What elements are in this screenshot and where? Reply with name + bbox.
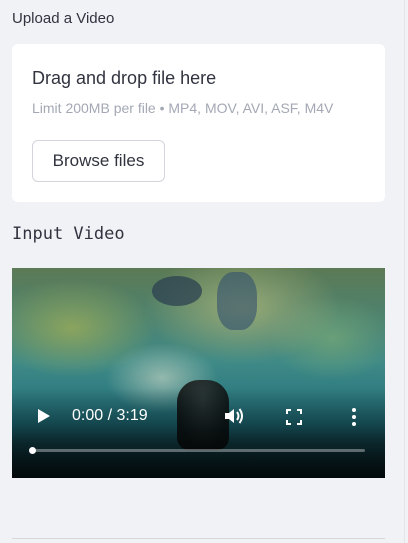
browse-files-button[interactable]: Browse files [32, 140, 165, 182]
sidebar-border [404, 0, 405, 543]
volume-icon[interactable] [223, 406, 245, 426]
dropzone-limit-text: Limit 200MB per file • MP4, MOV, AVI, AS… [32, 100, 334, 116]
video-progress-thumb[interactable] [29, 447, 36, 454]
file-dropzone[interactable]: Drag and drop file here Limit 200MB per … [12, 44, 385, 202]
more-options-icon[interactable] [348, 407, 360, 427]
input-video-heading: Input Video [12, 224, 125, 244]
video-time-display: 0:00 / 3:19 [72, 407, 148, 424]
video-progress-bar[interactable] [29, 447, 365, 454]
fullscreen-icon[interactable] [286, 409, 302, 425]
dropzone-title: Drag and drop file here [32, 68, 217, 88]
video-scene-shape [217, 272, 257, 330]
video-player[interactable]: 0:00 / 3:19 [12, 268, 385, 478]
section-divider [12, 538, 385, 539]
upload-label: Upload a Video [12, 10, 115, 27]
app-page: Upload a Video Drag and drop file here L… [0, 0, 408, 543]
video-controls-overlay [12, 388, 385, 478]
video-scene-shape [152, 276, 202, 306]
play-icon[interactable] [36, 408, 52, 424]
